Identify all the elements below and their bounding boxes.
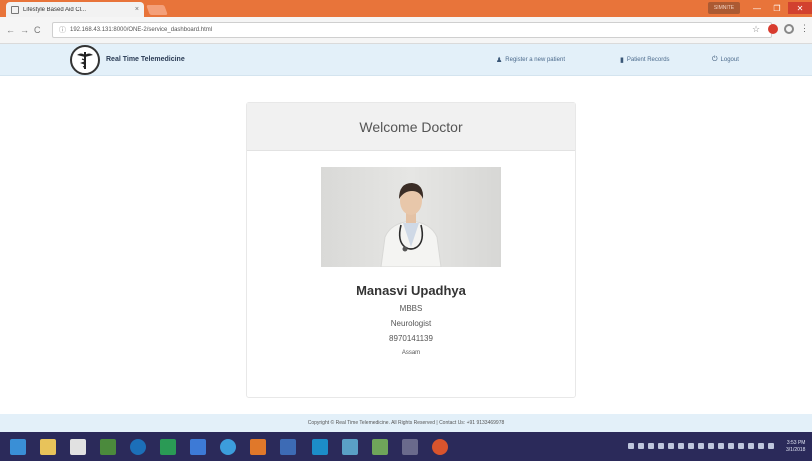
tray-icon[interactable] [748,443,754,449]
url-text: 192.168.43.131:8000/ONE-2/service_dashbo… [70,27,213,33]
maximize-button[interactable]: ❐ [768,2,786,14]
app-icon[interactable] [100,439,116,455]
app-icon[interactable] [402,439,418,455]
url-input[interactable]: ⓘ 192.168.43.131:8000/ONE-2/service_dash… [52,22,772,38]
reload-button[interactable]: C [34,25,41,35]
page-footer: Copyright © Real Time Telemedicine. All … [0,414,812,432]
app-icon[interactable] [70,439,86,455]
browser-tab[interactable]: Lifestyle Based Aid Cl... × [6,2,144,17]
app-icon[interactable] [372,439,388,455]
tray-icon[interactable] [678,443,684,449]
tray-icon[interactable] [718,443,724,449]
register-patient-label: Register a new patient [505,57,565,63]
tray-icon[interactable] [758,443,764,449]
close-window-button[interactable]: ✕ [788,2,812,14]
brand-title[interactable]: Real Time Telemedicine [106,56,185,63]
doctor-photo [321,167,501,267]
card-header: Welcome Doctor [247,103,575,151]
user-icon: ♟ [496,57,503,64]
tray-icon[interactable] [698,443,704,449]
new-tab-button[interactable] [146,5,168,15]
forward-button[interactable]: → [20,25,29,35]
system-tray [628,443,774,449]
start-button-icon[interactable] [10,439,26,455]
hp-icon[interactable] [130,439,146,455]
clock-time: 3:53 PM [786,440,806,446]
file-icon: ▮ [620,57,624,64]
tray-icon[interactable] [738,443,744,449]
logout-label: Logout [720,57,739,63]
os-taskbar: 3:53 PM 3/1/2018 [0,432,812,461]
footer-text: Copyright © Real Time Telemedicine. All … [307,420,505,426]
app-icon[interactable] [280,439,296,455]
power-icon: ⏻ [712,56,718,63]
taskbar-clock[interactable]: 3:53 PM 3/1/2018 [786,440,805,454]
tray-icon[interactable] [658,443,664,449]
app-icon[interactable] [250,439,266,455]
profile-chip[interactable]: SIMNITE [708,2,740,14]
close-tab-icon[interactable]: × [135,6,139,13]
address-bar-row: ← → C ⓘ 192.168.43.131:8000/ONE-2/servic… [0,17,812,44]
app-icon[interactable] [342,439,358,455]
browser-menu-icon[interactable]: ⋮ [800,23,809,34]
chrome-extension-icon[interactable] [784,24,794,34]
skype-icon[interactable] [312,439,328,455]
tray-icon[interactable] [688,443,694,449]
extension-icon[interactable] [768,24,778,34]
register-patient-link[interactable]: ♟ Register a new patient [496,56,565,64]
file-explorer-icon[interactable] [40,439,56,455]
tray-icon[interactable] [728,443,734,449]
info-icon[interactable]: ⓘ [59,25,66,35]
app-icon[interactable] [160,439,176,455]
doctor-name: Manasvi Upadhya [356,283,466,298]
internet-explorer-icon[interactable] [220,439,236,455]
clock-date: 3/1/2018 [786,447,806,453]
tray-icon[interactable] [648,443,654,449]
patient-records-label: Patient Records [626,57,670,63]
app-navbar: Real Time Telemedicine ♟ Register a new … [0,44,812,76]
doctor-speciality: Neurologist [390,319,432,328]
browser-tab-bar: Lifestyle Based Aid Cl... × SIMNITE — ❐ … [0,0,812,17]
tray-icon[interactable] [638,443,644,449]
app-icon[interactable] [190,439,206,455]
tray-icon[interactable] [628,443,634,449]
logout-link[interactable]: ⏻ Logout [712,56,739,64]
doctor-profile-card: Welcome Doctor Manasvi Upadhya MBBS Neur… [246,102,576,398]
back-button[interactable]: ← [6,25,15,35]
doctor-phone: 8970141139 [389,334,433,343]
tray-icon[interactable] [768,443,774,449]
caduceus-logo-icon[interactable] [70,45,100,75]
patient-records-link[interactable]: ▮ Patient Records [620,56,670,64]
bookmark-star-icon[interactable]: ☆ [752,24,760,35]
doctor-location: Assam [401,350,421,356]
tray-icon[interactable] [708,443,714,449]
tab-title: Lifestyle Based Aid Cl... [23,6,87,13]
doctor-degree: MBBS [399,304,423,313]
page-icon [11,5,19,14]
caduceus-icon [77,52,93,69]
chrome-icon[interactable] [432,439,448,455]
doctor-illustration [380,183,442,267]
minimize-button[interactable]: — [748,2,766,14]
tray-icon[interactable] [668,443,674,449]
